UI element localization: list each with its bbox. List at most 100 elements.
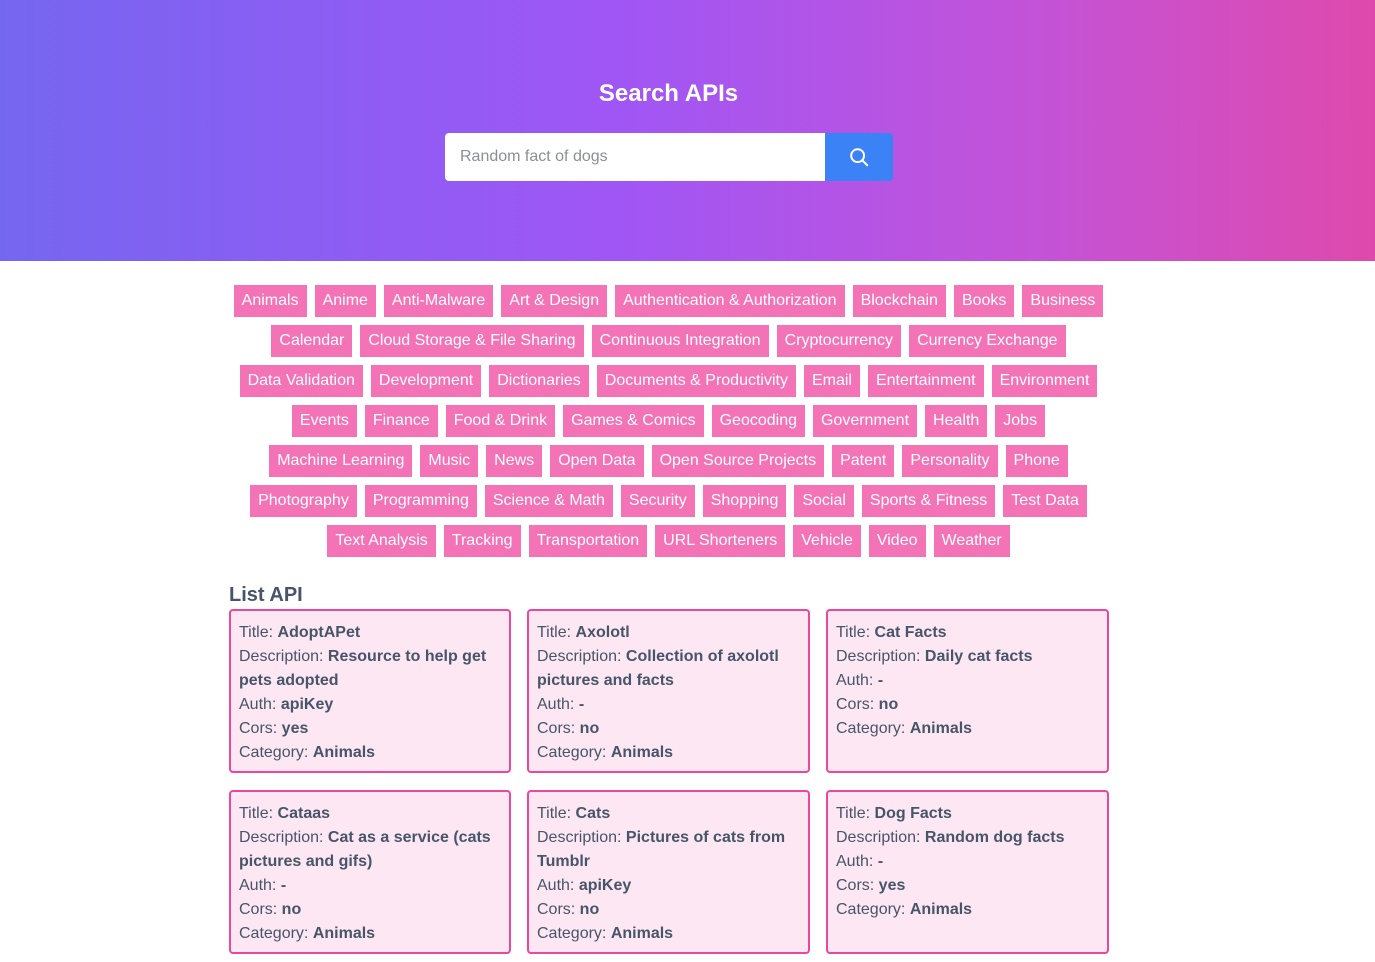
search-input[interactable] — [445, 133, 825, 181]
card-description-label: Description: — [836, 829, 925, 846]
card-title-label: Title: — [239, 805, 278, 822]
card-category-row: Category: Animals — [239, 922, 501, 946]
search-button[interactable] — [825, 133, 893, 181]
card-auth-row: Auth: - — [836, 850, 1099, 874]
api-card[interactable]: Title: Dog Facts Description: Random dog … — [826, 790, 1109, 954]
api-card[interactable]: Title: AdoptAPet Description: Resource to… — [229, 609, 511, 773]
category-tag[interactable]: Events — [291, 405, 357, 437]
category-tag[interactable]: Books — [953, 285, 1015, 317]
card-auth-row: Auth: - — [537, 693, 800, 717]
category-tag[interactable]: Programming — [364, 485, 477, 517]
category-tag[interactable]: Games & Comics — [563, 405, 704, 437]
category-tags: Animals Anime Anti-Malware Art & Design Auth… — [220, 285, 1117, 557]
category-tag[interactable]: Patent — [832, 445, 895, 477]
category-tag[interactable]: Health — [925, 405, 988, 437]
card-cors-label: Cors: — [239, 720, 282, 737]
category-tag[interactable]: Personality — [902, 445, 998, 477]
card-auth-row: Auth: apiKey — [537, 874, 800, 898]
api-card[interactable]: Title: Cats Description: Pictures of cats… — [527, 790, 810, 954]
category-tag[interactable]: Finance — [364, 405, 438, 437]
category-tag[interactable]: Test Data — [1003, 485, 1087, 517]
category-tag[interactable]: Continuous Integration — [591, 325, 769, 357]
category-tag[interactable]: Animals — [233, 285, 307, 317]
api-card[interactable]: Title: Axolotl Description: Collection of… — [527, 609, 810, 773]
category-tag[interactable]: Music — [420, 445, 479, 477]
category-tag[interactable]: Science & Math — [484, 485, 613, 517]
api-card[interactable]: Title: Cataas Description: Cat as a servi… — [229, 790, 511, 954]
card-auth-label: Auth: — [537, 877, 579, 894]
card-title-label: Title: — [537, 624, 576, 641]
category-tag[interactable]: Tracking — [443, 525, 521, 557]
api-card-grid: Title: AdoptAPet Description: Resource to… — [229, 609, 1109, 954]
category-tag[interactable]: Authentication & Authorization — [615, 285, 845, 317]
category-tag[interactable]: Social — [794, 485, 854, 517]
category-tag[interactable]: Documents & Productivity — [596, 365, 796, 397]
category-tag[interactable]: Calendar — [271, 325, 353, 357]
category-tag[interactable]: Vehicle — [793, 525, 861, 557]
category-tag[interactable]: Business — [1022, 285, 1104, 317]
card-auth-value: - — [877, 672, 884, 689]
category-tag[interactable]: Photography — [250, 485, 357, 517]
card-category-label: Category: — [836, 901, 910, 918]
category-tag[interactable]: Shopping — [702, 485, 787, 517]
category-tag[interactable]: Jobs — [995, 405, 1046, 437]
card-description-label: Description: — [836, 648, 925, 665]
category-tag[interactable]: Development — [370, 365, 482, 397]
card-cors-value: yes — [878, 877, 906, 894]
category-tag[interactable]: Currency Exchange — [909, 325, 1066, 357]
card-auth-row: Auth: - — [836, 669, 1099, 693]
category-tag[interactable]: Machine Learning — [269, 445, 413, 477]
card-cors-row: Cors: yes — [239, 717, 501, 741]
category-tag[interactable]: Geocoding — [711, 405, 805, 437]
category-tag[interactable]: News — [486, 445, 543, 477]
card-cors-label: Cors: — [537, 720, 580, 737]
category-tag[interactable]: Transportation — [528, 525, 648, 557]
card-category-row: Category: Animals — [836, 717, 1099, 741]
category-tag[interactable]: URL Shorteners — [655, 525, 786, 557]
category-tag[interactable]: Video — [868, 525, 926, 557]
card-description-value: Daily cat facts — [924, 648, 1033, 665]
card-cors-label: Cors: — [239, 901, 282, 918]
category-tag[interactable]: Phone — [1005, 445, 1068, 477]
category-tag[interactable]: Environment — [991, 365, 1098, 397]
category-tag[interactable]: Anime — [314, 285, 376, 317]
category-tag[interactable]: Cloud Storage & File Sharing — [360, 325, 584, 357]
category-tag[interactable]: Open Data — [550, 445, 644, 477]
category-tag[interactable]: Entertainment — [867, 365, 984, 397]
list-title: List API — [229, 584, 303, 606]
category-tag[interactable]: Weather — [933, 525, 1010, 557]
category-tag[interactable]: Open Source Projects — [651, 445, 825, 477]
category-tag[interactable]: Food & Drink — [445, 405, 556, 437]
card-category-label: Category: — [537, 744, 611, 761]
card-cors-value: no — [281, 901, 302, 918]
category-tag[interactable]: Government — [812, 405, 918, 437]
category-tag[interactable]: Art & Design — [501, 285, 608, 317]
card-auth-row: Auth: - — [239, 874, 501, 898]
card-category-label: Category: — [836, 720, 910, 737]
card-cors-label: Cors: — [836, 696, 879, 713]
category-tag[interactable]: Blockchain — [852, 285, 946, 317]
search-icon — [850, 148, 869, 167]
card-cors-value: yes — [281, 720, 309, 737]
category-tag[interactable]: Email — [803, 365, 860, 397]
category-tag[interactable]: Text Analysis — [327, 525, 436, 557]
card-title-row: Title: Dog Facts — [836, 802, 1099, 826]
category-tag[interactable]: Cryptocurrency — [776, 325, 902, 357]
category-tag[interactable]: Anti-Malware — [383, 285, 494, 317]
category-tag[interactable]: Data Validation — [239, 365, 363, 397]
category-tag[interactable]: Security — [620, 485, 695, 517]
card-description-label: Description: — [239, 829, 328, 846]
card-title-label: Title: — [239, 624, 278, 641]
card-cors-value: no — [579, 901, 600, 918]
category-tag[interactable]: Dictionaries — [489, 365, 589, 397]
card-title-label: Title: — [836, 805, 875, 822]
card-cors-row: Cors: no — [537, 717, 800, 741]
page-title: Search APIs — [598, 80, 739, 107]
api-card[interactable]: Title: Cat Facts Description: Daily cat f… — [826, 609, 1109, 773]
card-category-value: Animals — [312, 925, 376, 942]
card-cors-value: no — [579, 720, 600, 737]
category-tag[interactable]: Sports & Fitness — [861, 485, 996, 517]
card-title-value: AdoptAPet — [277, 624, 361, 641]
card-description-row: Description: Pictures of cats from Tumbl… — [537, 826, 800, 874]
card-description-label: Description: — [537, 648, 626, 665]
